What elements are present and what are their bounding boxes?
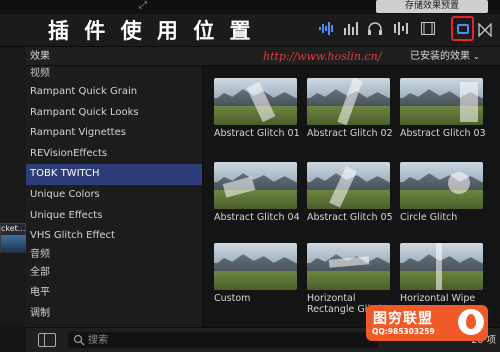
effect-label: Abstract Glitch 03	[400, 128, 486, 139]
save-effect-preset-button[interactable]: 存储效果预置	[376, 0, 488, 13]
category-item[interactable]: 全部	[26, 263, 202, 284]
watermark-title: 图穷联盟	[373, 311, 433, 327]
category-section-header: 音频	[30, 248, 50, 260]
effect-label: Abstract Glitch 01	[214, 128, 300, 139]
search-input[interactable]	[88, 332, 368, 348]
audio-waveform-icon[interactable]	[318, 22, 336, 39]
installed-effects-dropdown[interactable]: 已安装的效果 ⌄	[410, 47, 480, 66]
overlay-title: 插 件 使 用 位 置	[48, 18, 255, 43]
effects-browser-toggle-button[interactable]	[451, 16, 474, 41]
effect-thumbnail	[214, 162, 297, 209]
category-item[interactable]: 调制	[26, 304, 202, 325]
category-item[interactable]: TOBK TWITCH	[26, 164, 202, 185]
search-box[interactable]	[68, 332, 378, 348]
effects-column-label: 效果	[30, 51, 50, 62]
flame-icon	[458, 309, 484, 335]
effect-item[interactable]: Abstract Glitch 01	[214, 78, 304, 139]
effect-label: Horizontal Wipe	[400, 293, 476, 304]
effect-item[interactable]: Circle Glitch	[400, 162, 490, 223]
category-section-header: 视频	[30, 68, 50, 79]
category-item[interactable]: 电平	[26, 283, 202, 304]
effect-thumbnail	[400, 243, 483, 290]
effect-item[interactable]: Abstract Glitch 04	[214, 162, 304, 223]
category-item[interactable]: Rampant Quick Grain	[26, 82, 202, 103]
effect-item[interactable]: Abstract Glitch 05	[307, 162, 397, 223]
effect-item[interactable]: Horizontal Wipe	[400, 243, 490, 304]
category-item[interactable]: Unique Colors	[26, 185, 202, 206]
category-item[interactable]: Rampant Quick Looks	[26, 103, 202, 124]
effect-thumbnail	[214, 243, 297, 290]
browser-header: 效果 http://www.hoslin.cn/ 已安装的效果 ⌄	[26, 47, 500, 66]
effect-item[interactable]: Custom	[214, 243, 304, 304]
effect-item[interactable]: Abstract Glitch 03	[400, 78, 490, 139]
category-list: 视频 Rampant Quick Grain Rampant Quick Looks…	[26, 66, 203, 327]
toolbar: 插 件 使 用 位 置	[0, 14, 500, 47]
video-scopes-icon[interactable]	[392, 22, 410, 39]
watermark-logo: 图穷联盟 QQ:985303259	[366, 305, 488, 341]
effect-thumbnail	[307, 162, 390, 209]
transitions-icon[interactable]	[478, 22, 496, 39]
effect-label: Custom	[214, 293, 251, 304]
top-strip: ⤢ 存储效果预置	[0, 0, 500, 14]
chevron-down-icon: ⌄	[473, 52, 480, 61]
headphones-icon[interactable]	[366, 22, 384, 39]
clip-thumbnail	[1, 235, 27, 253]
category-item[interactable]: VHS Glitch Effect	[26, 226, 202, 247]
expand-icon[interactable]: ⤢	[137, 0, 149, 12]
watermark-qq: QQ:985303259	[372, 327, 435, 336]
search-icon	[73, 334, 85, 346]
effects-browser-icon	[456, 23, 469, 34]
effect-thumbnail	[214, 78, 297, 125]
timeline-gutter: cket...	[0, 47, 27, 327]
effect-label: Abstract Glitch 05	[307, 212, 393, 223]
effect-thumbnail	[400, 78, 483, 125]
effect-label: Circle Glitch	[400, 212, 458, 223]
timeline-clip[interactable]: cket...	[0, 223, 27, 253]
sidebar-toggle-icon[interactable]	[38, 333, 56, 347]
effect-thumbnail	[307, 243, 390, 290]
installed-effects-label: 已安装的效果	[410, 51, 470, 62]
effect-item[interactable]: Abstract Glitch 02	[307, 78, 397, 139]
category-item[interactable]: REVisionEffects	[26, 144, 202, 165]
clip-label: cket...	[1, 224, 26, 233]
effect-label: Abstract Glitch 04	[214, 212, 300, 223]
filmstrip-icon[interactable]	[419, 22, 437, 39]
equalizer-icon[interactable]	[342, 22, 360, 39]
effect-label: Abstract Glitch 02	[307, 128, 393, 139]
effect-thumbnail	[400, 162, 483, 209]
website-url: http://www.hoslin.cn/	[263, 50, 382, 63]
category-item[interactable]: Unique Effects	[26, 206, 202, 227]
category-item[interactable]: Rampant Vignettes	[26, 123, 202, 144]
effect-thumbnail	[307, 78, 390, 125]
effects-grid: Abstract Glitch 01 Abstract Glitch 02 Abst…	[203, 66, 500, 327]
